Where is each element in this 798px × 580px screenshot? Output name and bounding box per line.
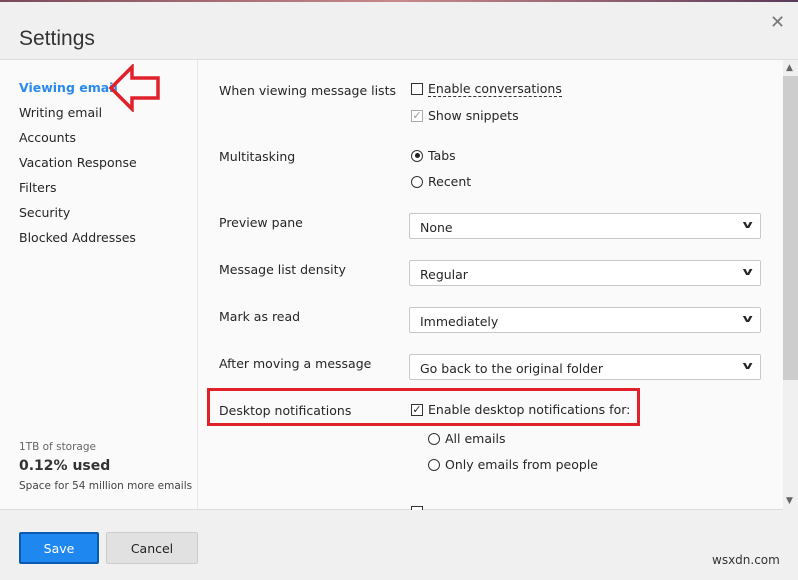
density-value: Regular (420, 267, 468, 282)
chevron-down-icon: v (742, 359, 753, 372)
scrollbar-thumb[interactable] (783, 76, 798, 380)
all-emails-label[interactable]: All emails (445, 431, 505, 446)
scroll-down-icon[interactable]: ▼ (786, 496, 793, 506)
highlight-box-annotation (207, 388, 640, 426)
sidebar-item-vacation-response[interactable]: Vacation Response (19, 155, 137, 170)
all-emails-radio[interactable] (428, 432, 440, 445)
only-people-option[interactable]: Only emails from people (428, 457, 598, 472)
sidebar-item-viewing-email[interactable]: Viewing email (19, 80, 118, 95)
footer: Save Cancel (0, 511, 798, 580)
header: Settings ✕ (0, 2, 798, 60)
after-move-select[interactable]: Go back to the original folder v (409, 354, 761, 380)
scrollbar[interactable]: ▲ ▼ (783, 60, 798, 510)
sidebar-item-blocked-addresses[interactable]: Blocked Addresses (19, 230, 136, 245)
content: Viewing email Writing email Accounts Vac… (0, 60, 798, 510)
sidebar-item-security[interactable]: Security (19, 205, 70, 220)
after-move-value: Go back to the original folder (420, 361, 603, 376)
cancel-button[interactable]: Cancel (106, 532, 198, 564)
recent-radio[interactable] (411, 175, 423, 188)
tabs-label[interactable]: Tabs (428, 148, 456, 163)
storage-used: 0.12% used (19, 458, 111, 474)
close-icon[interactable]: ✕ (770, 12, 785, 33)
mark-read-select[interactable]: Immediately v (409, 307, 761, 333)
chevron-down-icon: v (742, 218, 753, 231)
recent-label[interactable]: Recent (428, 174, 471, 189)
preview-pane-label: Preview pane (219, 215, 303, 230)
preview-pane-value: None (420, 220, 453, 235)
all-emails-option[interactable]: All emails (428, 431, 505, 446)
show-snippets-checkbox: ✓ (411, 108, 423, 122)
sidebar-item-accounts[interactable]: Accounts (19, 130, 76, 145)
scroll-up-icon[interactable]: ▲ (786, 63, 793, 73)
mark-read-value: Immediately (420, 314, 499, 329)
sidebar: Viewing email Writing email Accounts Vac… (0, 60, 198, 510)
arrow-annotation-icon (108, 64, 160, 112)
show-snippets-option: ✓ Show snippets (411, 108, 519, 123)
watermark: wsxdn.com (712, 553, 780, 567)
multitasking-recent-option[interactable]: Recent (411, 174, 471, 189)
page-title: Settings (19, 27, 95, 50)
sidebar-item-filters[interactable]: Filters (19, 180, 56, 195)
settings-panel: When viewing message lists Enable conver… (199, 60, 783, 510)
only-people-radio[interactable] (428, 458, 440, 471)
storage-space: Space for 54 million more emails (19, 480, 193, 492)
multitasking-tabs-option[interactable]: Tabs (411, 148, 456, 163)
after-move-label: After moving a message (219, 356, 372, 371)
density-label: Message list density (219, 262, 346, 277)
storage-capacity: 1TB of storage (19, 441, 96, 453)
tabs-radio[interactable] (411, 149, 423, 162)
mark-read-label: Mark as read (219, 309, 301, 324)
multitasking-label: Multitasking (219, 149, 296, 164)
density-select[interactable]: Regular v (409, 260, 761, 286)
enable-conversations-label[interactable]: Enable conversations (428, 81, 562, 97)
partial-checkbox[interactable] (411, 506, 423, 510)
message-lists-label: When viewing message lists (219, 83, 396, 98)
sidebar-item-writing-email[interactable]: Writing email (19, 105, 102, 120)
save-button[interactable]: Save (19, 532, 99, 564)
chevron-down-icon: v (742, 312, 753, 325)
preview-pane-select[interactable]: None v (409, 213, 761, 239)
enable-conversations-checkbox[interactable] (411, 83, 423, 95)
show-snippets-label: Show snippets (428, 108, 519, 123)
chevron-down-icon: v (742, 265, 753, 278)
only-people-label[interactable]: Only emails from people (445, 457, 598, 472)
enable-conversations-option[interactable]: Enable conversations (411, 81, 562, 97)
